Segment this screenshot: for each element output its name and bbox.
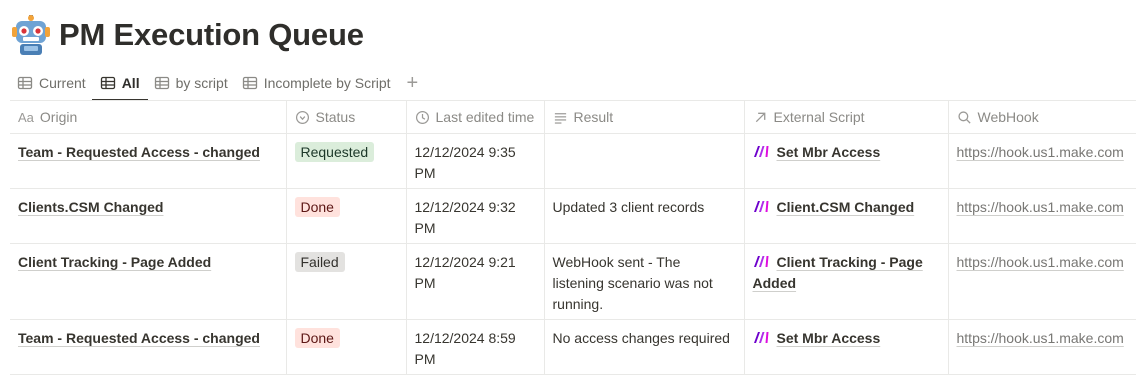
status-icon	[295, 110, 310, 125]
tab-by-script[interactable]: by script	[154, 66, 228, 100]
make-logo-icon	[753, 201, 768, 212]
search-icon	[957, 110, 972, 125]
table-icon	[154, 76, 169, 90]
tab-label: by script	[175, 75, 228, 91]
text-lines-icon	[553, 110, 568, 125]
webhook-url-link[interactable]: https://hook.us1.make.com	[957, 254, 1124, 270]
column-label: External Script	[773, 109, 865, 125]
edited-time-date: 12/12/2024 9:35	[414, 144, 516, 160]
column-header-origin[interactable]: Aa Origin	[10, 100, 287, 134]
edited-time-period: PM	[414, 275, 436, 291]
tab-label: Current	[39, 75, 86, 91]
origin-title-link[interactable]: Team - Requested Access - changed	[18, 144, 260, 160]
tab-label: Incomplete by Script	[263, 75, 391, 91]
title-property-icon: Aa	[18, 109, 34, 125]
edited-time-period: PM	[414, 220, 436, 236]
tab-all[interactable]: All	[91, 66, 148, 101]
table-row[interactable]: Team - Requested Access - changed Done 1…	[10, 319, 1136, 375]
external-script-link[interactable]: Client.CSM Changed	[777, 199, 915, 215]
external-script-link[interactable]: Set Mbr Access	[777, 330, 881, 346]
table-row[interactable]: Clients.CSM Changed Done 12/12/2024 9:32…	[10, 188, 1136, 244]
arrow-up-right-icon	[753, 110, 768, 125]
make-logo-icon	[753, 256, 768, 267]
table-icon	[100, 76, 115, 90]
view-tabs: Current All by script Incomplete by Scri…	[17, 66, 419, 101]
origin-title-link[interactable]: Clients.CSM Changed	[18, 199, 163, 215]
robot-emoji-icon[interactable]	[12, 15, 50, 55]
column-header-status[interactable]: Status	[286, 100, 407, 134]
tab-label: All	[121, 75, 140, 91]
webhook-url-link[interactable]: https://hook.us1.make.com	[957, 199, 1124, 215]
edited-time-period: PM	[414, 165, 436, 181]
column-header-last-edited[interactable]: Last edited time	[406, 100, 545, 134]
table-icon	[17, 76, 33, 90]
add-view-plus-icon[interactable]: +	[407, 73, 419, 93]
tab-current[interactable]: Current	[17, 66, 86, 100]
database-table: Aa Origin Status Last edited time Result …	[10, 100, 1136, 375]
result-text: WebHook sent - The listening scenario wa…	[552, 254, 713, 312]
status-badge[interactable]: Done	[294, 328, 340, 348]
result-text: Updated 3 client records	[552, 199, 705, 215]
column-label: Status	[315, 109, 356, 125]
table-row[interactable]: Client Tracking - Page Added Failed 12/1…	[10, 243, 1136, 320]
webhook-url-link[interactable]: https://hook.us1.make.com	[957, 144, 1124, 160]
column-header-webhook[interactable]: WebHook	[948, 100, 1136, 134]
edited-time-date: 12/12/2024 9:32	[414, 199, 516, 215]
page-header: PM Execution Queue	[12, 12, 364, 58]
table-header-row: Aa Origin Status Last edited time Result …	[10, 100, 1136, 134]
clock-icon	[415, 110, 430, 125]
column-label: Last edited time	[435, 109, 535, 125]
make-logo-icon	[753, 146, 768, 157]
result-text: No access changes required	[552, 330, 730, 346]
table-icon	[242, 76, 257, 90]
external-script-link[interactable]: Set Mbr Access	[777, 144, 881, 160]
status-badge[interactable]: Done	[294, 197, 340, 217]
origin-title-link[interactable]: Team - Requested Access - changed	[18, 330, 260, 346]
column-header-result[interactable]: Result	[544, 100, 745, 134]
edited-time-period: PM	[414, 351, 436, 367]
notion-database-page: PM Execution Queue Current All by script…	[0, 0, 1136, 375]
column-label: Result	[573, 109, 614, 125]
tab-incomplete-by-script[interactable]: Incomplete by Script	[242, 66, 391, 100]
webhook-url-link[interactable]: https://hook.us1.make.com	[957, 330, 1124, 346]
external-script-link[interactable]: Client Tracking - Page Added	[753, 254, 923, 291]
column-header-external-script[interactable]: External Script	[744, 100, 949, 134]
status-badge[interactable]: Failed	[294, 252, 345, 272]
edited-time-date: 12/12/2024 8:59	[414, 330, 516, 346]
make-logo-icon	[753, 332, 768, 343]
column-label: Origin	[39, 109, 78, 125]
status-badge[interactable]: Requested	[294, 142, 375, 162]
table-row[interactable]: Team - Requested Access - changed Reques…	[10, 133, 1136, 189]
page-title[interactable]: PM Execution Queue	[59, 17, 364, 53]
edited-time-date: 12/12/2024 9:21	[414, 254, 516, 270]
column-label: WebHook	[977, 109, 1039, 125]
origin-title-link[interactable]: Client Tracking - Page Added	[18, 254, 211, 270]
